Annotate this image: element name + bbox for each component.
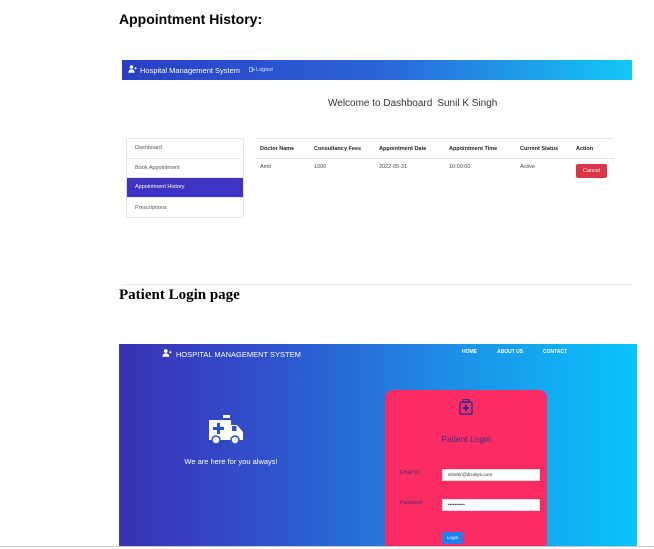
logout-label: Logout [256,67,273,73]
appointment-table: Doctor Name Consultancy Fees Appointment… [256,138,614,183]
status-cell: Active [520,164,535,170]
dashboard-navbar: Hospital Management System Logout [122,60,632,80]
user-md-icon [162,349,176,359]
email-label: Email ID [400,470,419,476]
password-field[interactable]: •••••••••• [442,499,540,511]
nav-home[interactable]: HOME [462,349,477,355]
login-button[interactable]: Login [442,532,463,544]
dashboard-brand-label: Hospital Management System [140,65,241,75]
column-header: Current Status [516,138,572,159]
logout-icon [249,66,256,74]
welcome-text: Welcome to Dashboard [328,98,433,109]
section-divider [122,284,632,285]
nav-contact[interactable]: CONTACT [543,349,567,355]
tagline: We are here for you always! [184,457,278,466]
date-cell: 2022-05-31 [379,164,408,170]
cancel-button[interactable]: Cancel [576,164,608,178]
table-row: Amit 1000 2022-05-31 10:00:00 Active Can… [256,159,614,183]
dashboard-brand[interactable]: Hospital Management System [128,65,240,75]
login-card-title: Patient Login [441,434,491,444]
sidebar-item-book-appointment[interactable]: Book Appointment [127,159,243,179]
user-name: Sunil K Singh [437,98,498,109]
column-header: Appointment Date [375,138,445,159]
login-screenshot: HOSPITAL MANAGEMENT SYSTEM HOME ABOUT US… [119,344,637,546]
sidebar-item-prescriptions[interactable]: Prescriptions [127,198,243,218]
login-brand-label: HOSPITAL MANAGEMENT SYSTEM [176,349,301,359]
nav-about-us[interactable]: ABOUT US [497,349,523,355]
column-header: Appointment Time [445,138,516,159]
clinic-icon [459,398,473,420]
dashboard-screenshot: Hospital Management System Logout Welcom… [122,60,632,225]
logout-link[interactable]: Logout [249,66,273,74]
password-label: Password [400,500,422,506]
sidebar-item-dashboard[interactable]: Dashboard [127,139,243,159]
column-header: Action [572,138,614,159]
page-bottom-border [0,546,654,547]
column-header: Doctor Name [256,138,310,159]
time-cell: 10:00:00 [449,164,471,170]
action-cell: Cancel [572,159,614,183]
sidebar-item-appointment-history[interactable]: Appointment History [127,178,243,198]
table-header-row: Doctor Name Consultancy Fees Appointment… [256,138,614,159]
login-brand[interactable]: HOSPITAL MANAGEMENT SYSTEM [162,349,301,359]
doctor-name-cell: Amit [260,164,271,170]
user-md-icon [128,65,140,75]
email-field[interactable]: shishir@droisys.com [442,469,540,481]
patient-login-heading: Patient Login page [119,287,240,303]
welcome-message: Welcome to Dashboard Sunil K Singh [328,98,497,109]
login-card: Patient Login Email ID shishir@droisys.c… [385,390,547,546]
ambulance-icon [208,415,244,450]
appointment-history-heading: Appointment History: [119,11,263,27]
column-header: Consultancy Fees [310,138,375,159]
sidebar: Dashboard Book Appointment Appointment H… [126,138,244,219]
fees-cell: 1000 [314,164,327,170]
